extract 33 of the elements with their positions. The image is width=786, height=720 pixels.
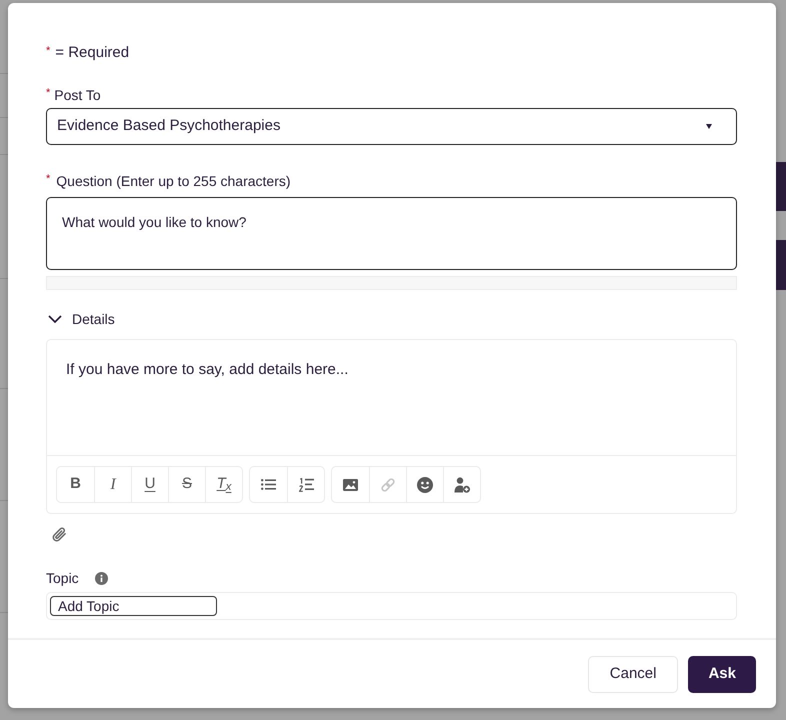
smiley-icon — [417, 476, 433, 492]
link-icon — [380, 476, 396, 492]
italic-button[interactable]: I — [94, 467, 131, 502]
cancel-button[interactable]: Cancel — [588, 656, 678, 692]
add-topic-input[interactable]: Add Topic — [50, 596, 217, 616]
strikethrough-button[interactable]: S — [168, 467, 205, 502]
add-person-icon — [454, 476, 470, 492]
post-to-label: Post To — [54, 86, 101, 104]
details-toggle[interactable]: Details — [46, 309, 115, 329]
info-icon[interactable] — [94, 572, 108, 584]
details-field[interactable]: If you have more to say, add details here... — [47, 340, 736, 455]
required-asterisk: * — [46, 174, 50, 185]
required-asterisk: * — [46, 46, 50, 57]
question-field[interactable]: What would you like to know? — [46, 197, 737, 270]
attach-button[interactable] — [52, 527, 67, 542]
topic-label: Topic — [46, 569, 79, 587]
bulleted-list-icon — [261, 479, 276, 490]
ask-button[interactable]: Ask — [688, 656, 756, 692]
obscured-panel — [776, 162, 786, 211]
required-note: = Required — [55, 43, 130, 63]
underline-button[interactable]: U — [131, 467, 168, 502]
clear-format-button[interactable]: T$_{x}$ — [205, 467, 242, 502]
caret-icon — [706, 124, 712, 129]
required-asterisk: * — [46, 88, 50, 99]
post-to-select[interactable]: Evidence Based Psychotherapies — [46, 108, 737, 145]
obscured-panel — [776, 240, 786, 290]
rich-text-editor[interactable]: If you have more to say, add details here... B I U S T$_{x}$ — [46, 339, 737, 514]
bold-button[interactable]: B — [57, 467, 94, 502]
image-icon — [343, 478, 358, 490]
paperclip-icon — [52, 527, 67, 542]
question-label: Question (Enter up to 255 characters) — [56, 172, 291, 190]
topic-field[interactable]: Add Topic — [46, 592, 737, 620]
numbered-list-icon — [298, 478, 314, 492]
